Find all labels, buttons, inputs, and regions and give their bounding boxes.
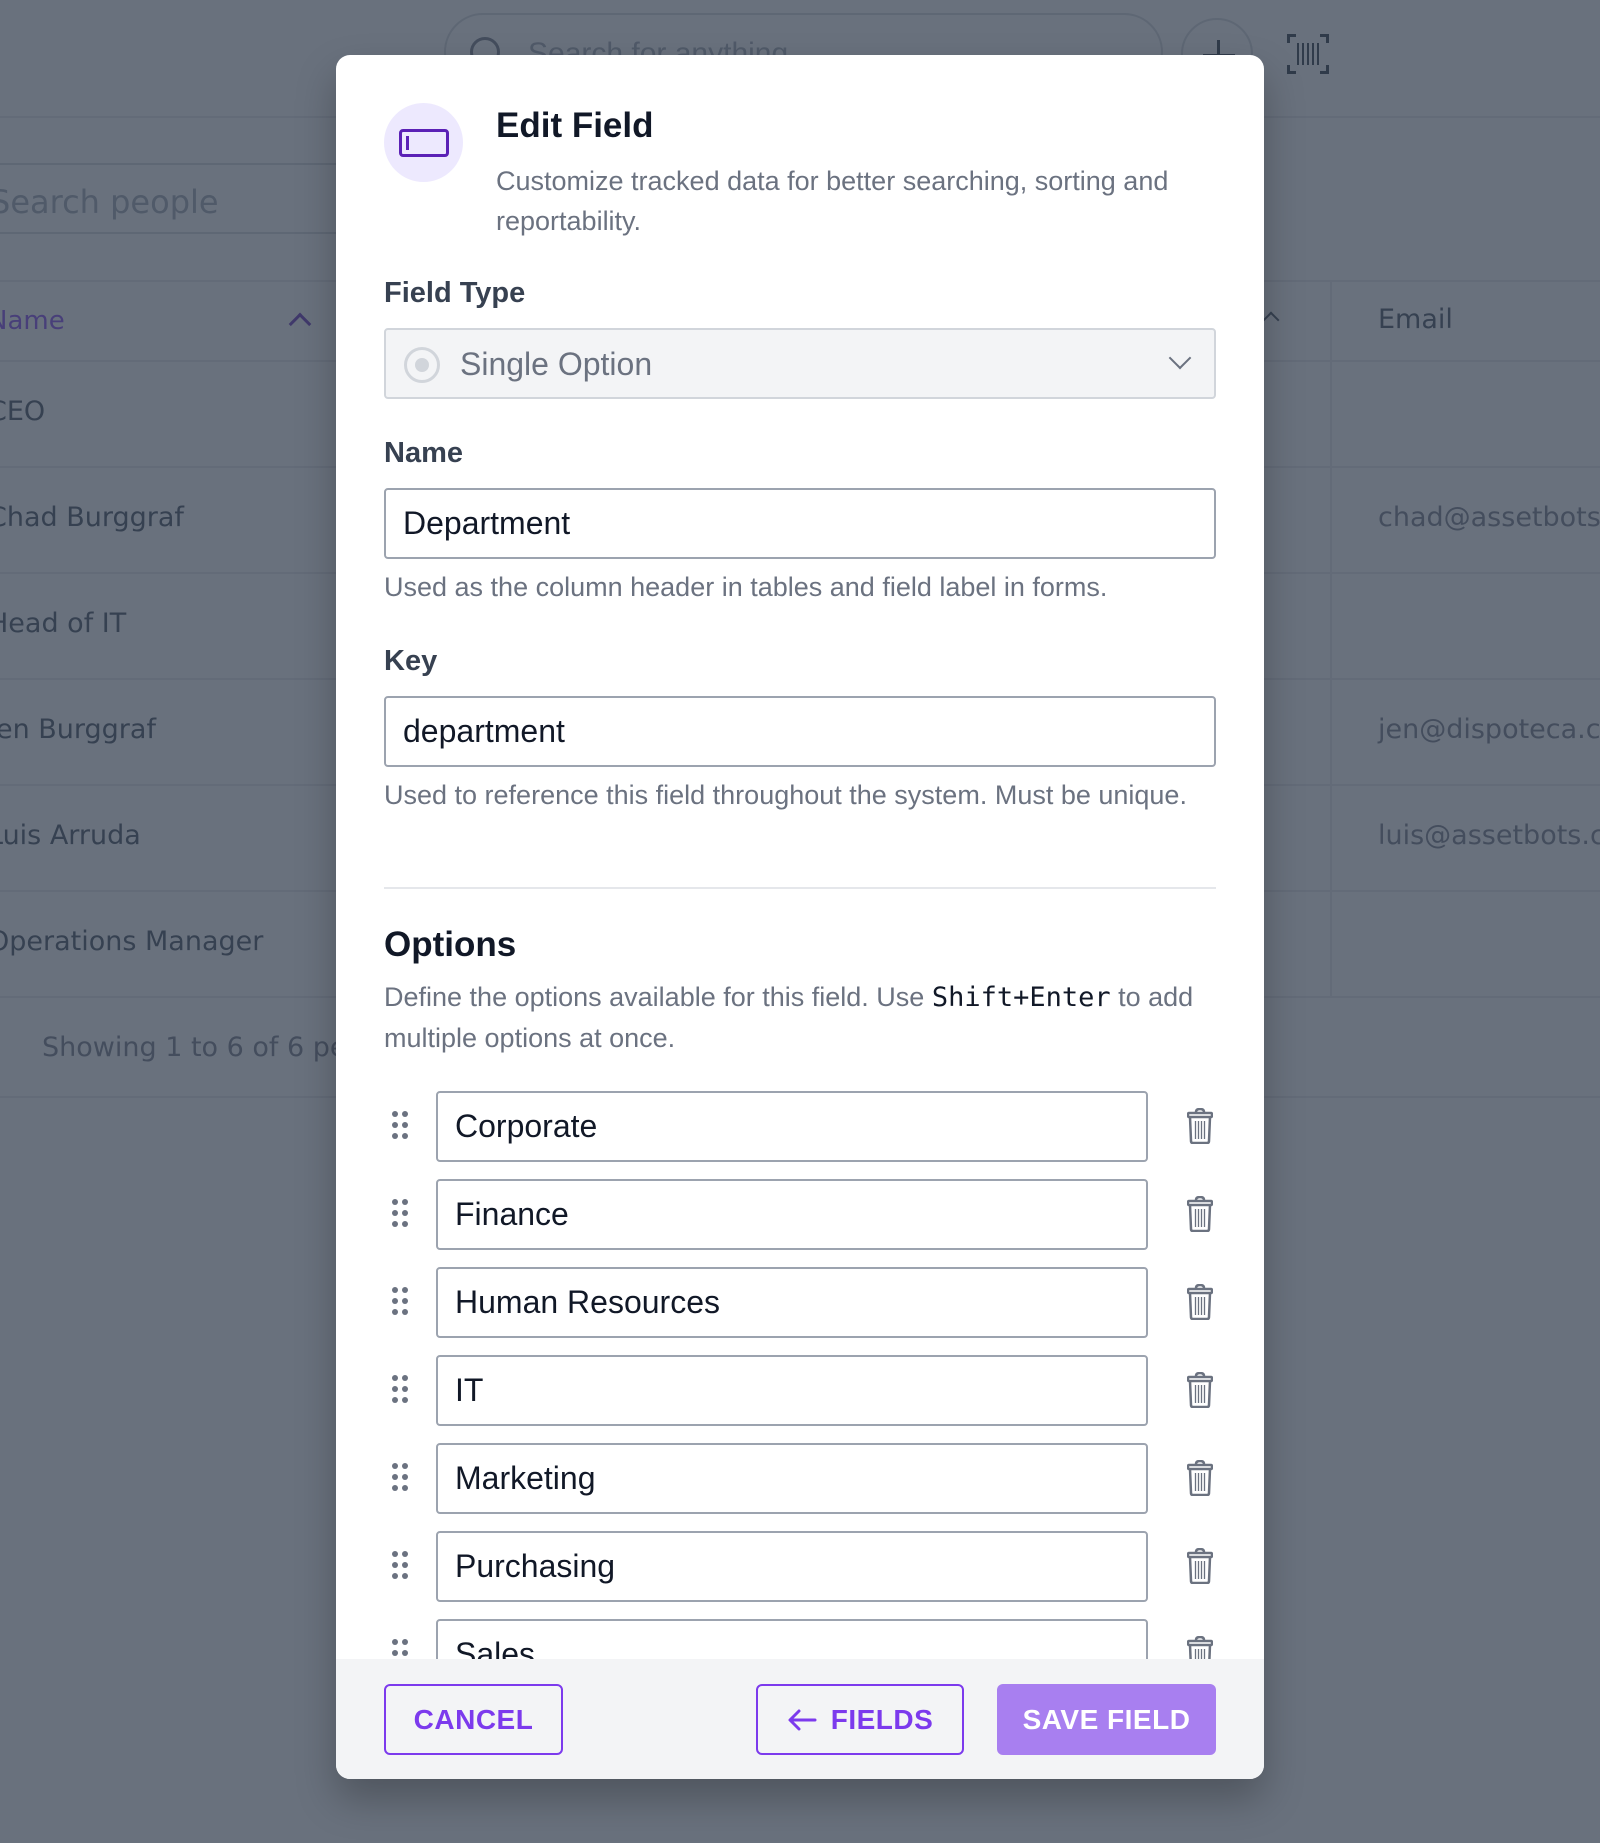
dialog-title: Edit Field — [496, 106, 654, 145]
option-row — [384, 1091, 1216, 1179]
option-row — [384, 1443, 1216, 1531]
name-input[interactable] — [384, 488, 1216, 559]
trash-icon[interactable] — [1187, 1460, 1213, 1496]
dialog-subtitle: Customize tracked data for better search… — [496, 166, 1169, 236]
edit-field-dialog: Edit Field Customize tracked data for be… — [336, 55, 1264, 1779]
option-row — [384, 1355, 1216, 1443]
option-input[interactable] — [436, 1091, 1148, 1162]
trash-icon[interactable] — [1187, 1372, 1213, 1408]
section-divider — [384, 887, 1216, 889]
option-input[interactable] — [436, 1355, 1148, 1426]
option-row — [384, 1531, 1216, 1619]
drag-handle-icon[interactable] — [392, 1639, 410, 1659]
name-help-text: Used as the column header in tables and … — [384, 572, 1108, 602]
option-row — [384, 1267, 1216, 1355]
key-help-text: Used to reference this field throughout … — [384, 780, 1187, 810]
back-to-fields-button[interactable]: FIELDS — [756, 1684, 964, 1755]
option-input[interactable] — [436, 1443, 1148, 1514]
dialog-footer: CANCEL FIELDS SAVE FIELD — [336, 1659, 1264, 1779]
fields-button-label: FIELDS — [830, 1703, 934, 1735]
drag-handle-icon[interactable] — [392, 1287, 410, 1317]
trash-icon[interactable] — [1187, 1284, 1213, 1320]
cancel-button[interactable]: CANCEL — [384, 1684, 563, 1755]
field-type-value: Single Option — [460, 346, 653, 382]
options-list — [384, 1091, 1216, 1659]
option-input[interactable] — [436, 1619, 1148, 1659]
name-label: Name — [384, 437, 463, 469]
radio-icon — [404, 347, 440, 383]
key-input[interactable] — [384, 696, 1216, 767]
dialog-body[interactable]: Edit Field Customize tracked data for be… — [336, 55, 1264, 1659]
chevron-down-icon — [1168, 346, 1192, 370]
text-field-icon — [384, 103, 463, 182]
drag-handle-icon[interactable] — [392, 1375, 410, 1405]
option-input[interactable] — [436, 1267, 1148, 1338]
option-input[interactable] — [436, 1531, 1148, 1602]
trash-icon[interactable] — [1187, 1196, 1213, 1232]
drag-handle-icon[interactable] — [392, 1111, 410, 1141]
trash-icon[interactable] — [1187, 1636, 1213, 1659]
option-row — [384, 1179, 1216, 1267]
drag-handle-icon[interactable] — [392, 1551, 410, 1581]
option-row — [384, 1619, 1216, 1659]
option-input[interactable] — [436, 1179, 1148, 1250]
drag-handle-icon[interactable] — [392, 1463, 410, 1493]
save-field-button[interactable]: SAVE FIELD — [997, 1684, 1216, 1755]
trash-icon[interactable] — [1187, 1108, 1213, 1144]
options-heading: Options — [384, 925, 517, 964]
trash-icon[interactable] — [1187, 1548, 1213, 1584]
drag-handle-icon[interactable] — [392, 1199, 410, 1229]
key-label: Key — [384, 645, 438, 677]
field-type-select[interactable]: Single Option — [384, 328, 1216, 399]
arrow-left-icon — [788, 1709, 817, 1730]
keyboard-shortcut: Shift+Enter — [931, 982, 1111, 1013]
field-type-label: Field Type — [384, 277, 526, 309]
options-description: Define the options available for this fi… — [384, 982, 1194, 1053]
